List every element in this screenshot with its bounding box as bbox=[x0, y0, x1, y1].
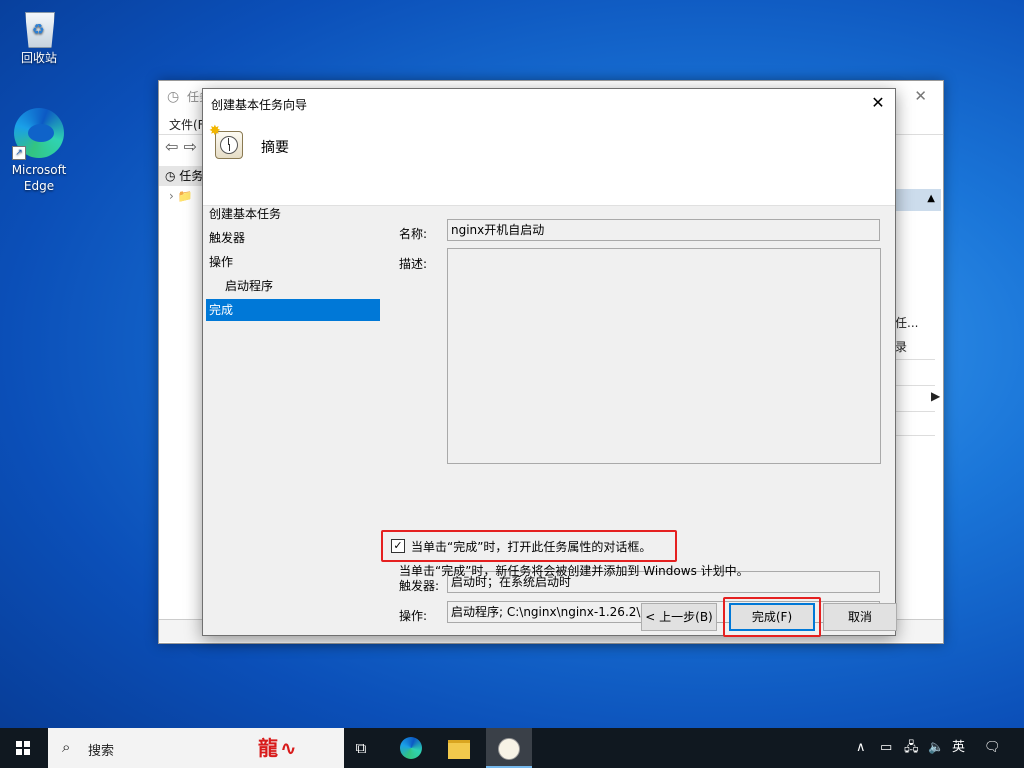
recycle-bin-desktop-icon[interactable]: ♻ 回收站 bbox=[4, 6, 74, 66]
start-button[interactable] bbox=[0, 728, 48, 768]
edge-label-line2: Edge bbox=[23, 179, 55, 193]
folder-icon: 📁 bbox=[177, 189, 193, 203]
task-scheduler-clock-icon: ◷ bbox=[167, 89, 180, 105]
file-explorer-icon[interactable] bbox=[436, 728, 482, 768]
wizard-titlebar: 创建基本任务向导 ✕ bbox=[203, 89, 895, 119]
nav-finish[interactable]: 完成 bbox=[206, 299, 380, 321]
bg-menu-file[interactable]: 文件(F bbox=[169, 116, 205, 133]
nav-action[interactable]: 操作 bbox=[209, 253, 233, 271]
tray-device-icon[interactable]: ▭ bbox=[880, 728, 892, 768]
bg-divider-4 bbox=[893, 435, 935, 436]
edge-desktop-icon[interactable]: ↗ Microsoft Edge bbox=[4, 104, 74, 194]
bg-divider-3 bbox=[893, 411, 935, 412]
bg-action-item-1[interactable]: 任... bbox=[895, 314, 918, 331]
windows-logo-icon bbox=[16, 741, 30, 755]
open-properties-checkbox-label[interactable]: 当单击“完成”时，打开此任务属性的对话框。 bbox=[411, 538, 651, 555]
name-label: 名称: bbox=[399, 227, 428, 241]
recycle-bin-label: 回收站 bbox=[20, 51, 57, 65]
trigger-label: 触发器: bbox=[399, 579, 440, 593]
collapse-up-icon: ▲ bbox=[927, 193, 935, 204]
bg-actions-pane: ▲ 任... 录 ▶ bbox=[893, 189, 941, 609]
network-icon[interactable]: 🖧 bbox=[904, 728, 919, 768]
open-properties-checkbox[interactable]: ✓ bbox=[391, 539, 405, 553]
finish-button-highlight: 完成(F) bbox=[723, 597, 821, 637]
tray-overflow-icon[interactable]: ∧ bbox=[856, 728, 866, 768]
taskbar-search-box[interactable]: ⌕ 搜索 龍∿ bbox=[48, 728, 344, 768]
task-view-icon[interactable]: ⧉ bbox=[338, 728, 384, 768]
edge-icon: ↗ bbox=[12, 108, 64, 160]
bg-tree-root-label: 任务 bbox=[179, 169, 204, 183]
bg-tree-pane: ◷ 任务 › 📁 bbox=[159, 166, 206, 606]
submenu-arrow-icon[interactable]: ▶ bbox=[931, 389, 940, 403]
cancel-button[interactable]: 取消 bbox=[823, 603, 897, 631]
nav-trigger[interactable]: 触发器 bbox=[209, 229, 245, 247]
bg-actions-header[interactable]: ▲ bbox=[893, 189, 941, 211]
task-wizard-clock-icon: ✸ bbox=[209, 123, 243, 159]
nav-create-basic-task[interactable]: 创建基本任务 bbox=[209, 205, 281, 223]
search-icon: ⌕ bbox=[62, 738, 71, 756]
dragon-logo-icon: 龍∿ bbox=[258, 736, 299, 760]
back-arrow-icon[interactable]: ⇦ bbox=[165, 137, 178, 156]
search-placeholder: 搜索 bbox=[88, 744, 115, 759]
edge-label-line1: Microsoft bbox=[11, 163, 67, 177]
volume-icon[interactable]: 🔈 bbox=[928, 728, 944, 768]
forward-arrow-icon[interactable]: ⇨ bbox=[184, 137, 197, 156]
bg-divider-2 bbox=[893, 385, 935, 386]
bg-toolbar: ⇦ ⇨ bbox=[165, 137, 197, 156]
wizard-header: ✸ 摘要 bbox=[203, 119, 895, 206]
description-textarea[interactable] bbox=[447, 248, 881, 464]
name-field[interactable]: nginx开机自启动 bbox=[447, 219, 880, 241]
bg-action-item-2[interactable]: 录 bbox=[895, 338, 907, 355]
nav-start-program[interactable]: 启动程序 bbox=[225, 277, 273, 295]
bg-tree-root[interactable]: ◷ 任务 bbox=[159, 166, 205, 186]
notification-icon[interactable]: 🗨 bbox=[984, 728, 1001, 768]
task-scheduler-taskbar-icon[interactable] bbox=[486, 728, 532, 768]
create-basic-task-wizard: 创建基本任务向导 ✕ ✸ 摘要 创建基本任务 触发器 操作 启动程序 完成 名称… bbox=[202, 88, 897, 637]
taskbar-edge-icon[interactable] bbox=[388, 728, 434, 768]
wizard-nav: 创建基本任务 触发器 操作 启动程序 完成 bbox=[203, 205, 383, 605]
bg-divider-1 bbox=[893, 359, 935, 360]
bg-close-icon[interactable]: ✕ bbox=[914, 87, 927, 105]
back-button[interactable]: < 上一步(B) bbox=[641, 603, 717, 631]
ime-indicator[interactable]: 英 bbox=[952, 728, 965, 768]
open-properties-checkbox-row[interactable]: ✓ 当单击“完成”时，打开此任务属性的对话框。 bbox=[381, 530, 677, 562]
recycle-bin-icon: ♻ bbox=[22, 6, 56, 48]
action-label: 操作: bbox=[399, 609, 428, 623]
wizard-step-title: 摘要 bbox=[261, 140, 289, 156]
bg-tree-child[interactable]: › 📁 bbox=[159, 186, 205, 206]
taskbar: ⌕ 搜索 龍∿ ⧉ ∧ ▭ 🖧 🔈 英 🗨 bbox=[0, 728, 1024, 768]
description-label: 描述: bbox=[399, 257, 428, 271]
wizard-close-icon[interactable]: ✕ bbox=[867, 92, 889, 114]
finish-note: 当单击“完成”时，新任务将会被创建并添加到 Windows 计划中。 bbox=[399, 564, 749, 578]
wizard-title: 创建基本任务向导 bbox=[211, 98, 308, 112]
finish-button[interactable]: 完成(F) bbox=[729, 603, 815, 631]
